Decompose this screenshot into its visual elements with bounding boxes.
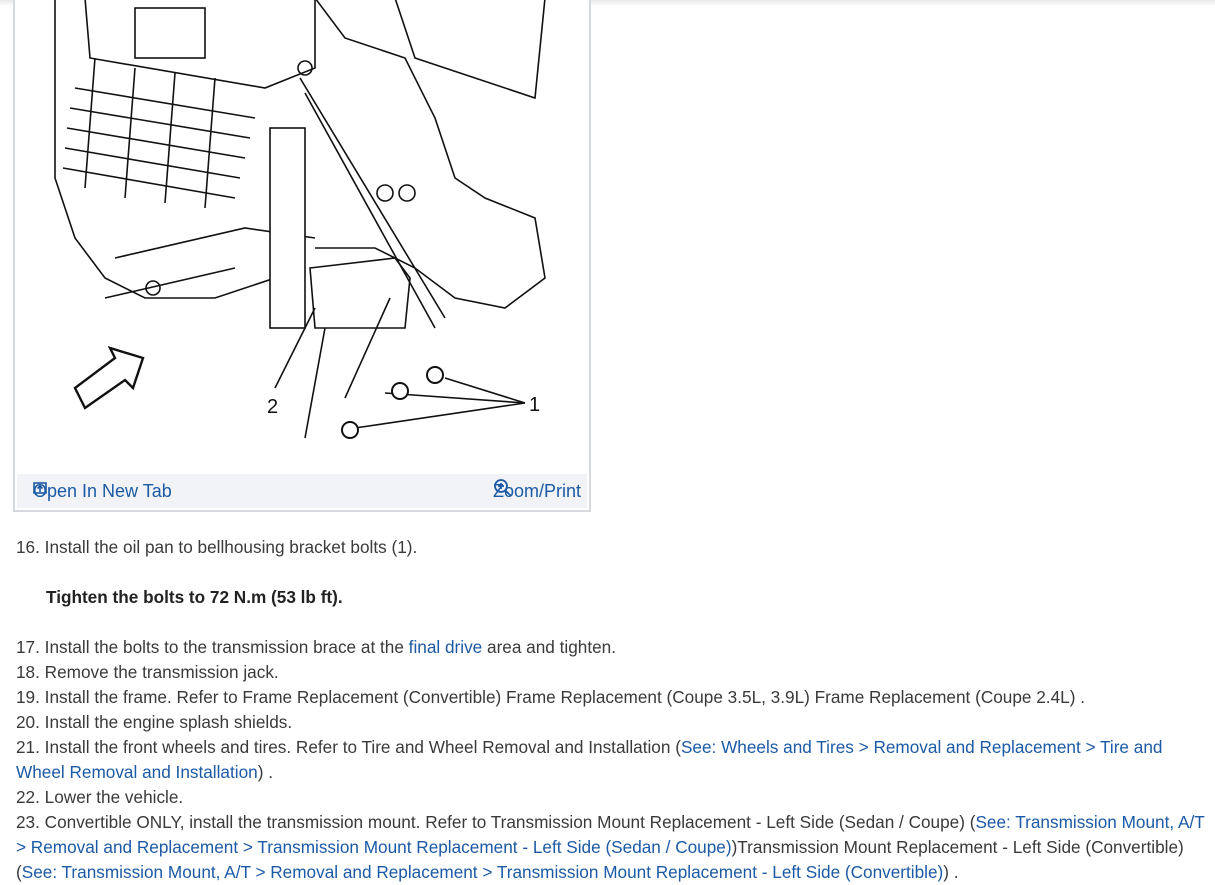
- step-16: 16. Install the oil pan to bellhousing b…: [16, 537, 418, 557]
- open-new-tab-icon: [33, 482, 47, 494]
- instruction-steps: 16. Install the oil pan to bellhousing b…: [16, 535, 1211, 885]
- step-22: 22. Lower the vehicle.: [16, 787, 184, 807]
- transmission-mount-convertible-link[interactable]: See: Transmission Mount, A/T > Removal a…: [22, 862, 944, 882]
- step-21: 21. Install the front wheels and tires. …: [16, 735, 1211, 785]
- zoom-print-link[interactable]: Zoom/Print: [492, 478, 581, 501]
- open-in-new-tab-link[interactable]: Open In New Tab: [33, 481, 172, 502]
- zoom-print-label: Zoom/Print: [492, 481, 581, 501]
- illustration-figure: 2 1 Open In New Tab Zoom/Print: [13, 0, 591, 512]
- step-17-text-end: area and tighten.: [482, 637, 617, 657]
- step-19: 19. Install the frame. Refer to Frame Re…: [16, 687, 1085, 707]
- step-17-text: 17. Install the bolts to the transmissio…: [16, 637, 409, 657]
- step-23-text: 23. Convertible ONLY, install the transm…: [16, 812, 976, 832]
- step-23-text-end: ) .: [943, 862, 959, 882]
- callout-2: 2: [267, 396, 278, 418]
- torque-specification: Tighten the bolts to 72 N.m (53 lb ft).: [46, 587, 343, 607]
- final-drive-link[interactable]: final drive: [409, 637, 483, 657]
- step-20: 20. Install the engine splash shields.: [16, 712, 293, 732]
- step-23: 23. Convertible ONLY, install the transm…: [16, 810, 1211, 885]
- figure-toolbar: Open In New Tab Zoom/Print: [17, 474, 587, 508]
- open-in-new-tab-label: Open In New Tab: [33, 481, 172, 501]
- step-21-text: 21. Install the front wheels and tires. …: [16, 737, 681, 757]
- callout-1: 1: [529, 394, 540, 416]
- step-21-text-end: ) .: [257, 762, 273, 782]
- step-18: 18. Remove the transmission jack.: [16, 662, 279, 682]
- oil-pan-bracket-diagram: 2 1: [54, 0, 546, 439]
- step-17: 17. Install the bolts to the transmissio…: [16, 635, 1211, 660]
